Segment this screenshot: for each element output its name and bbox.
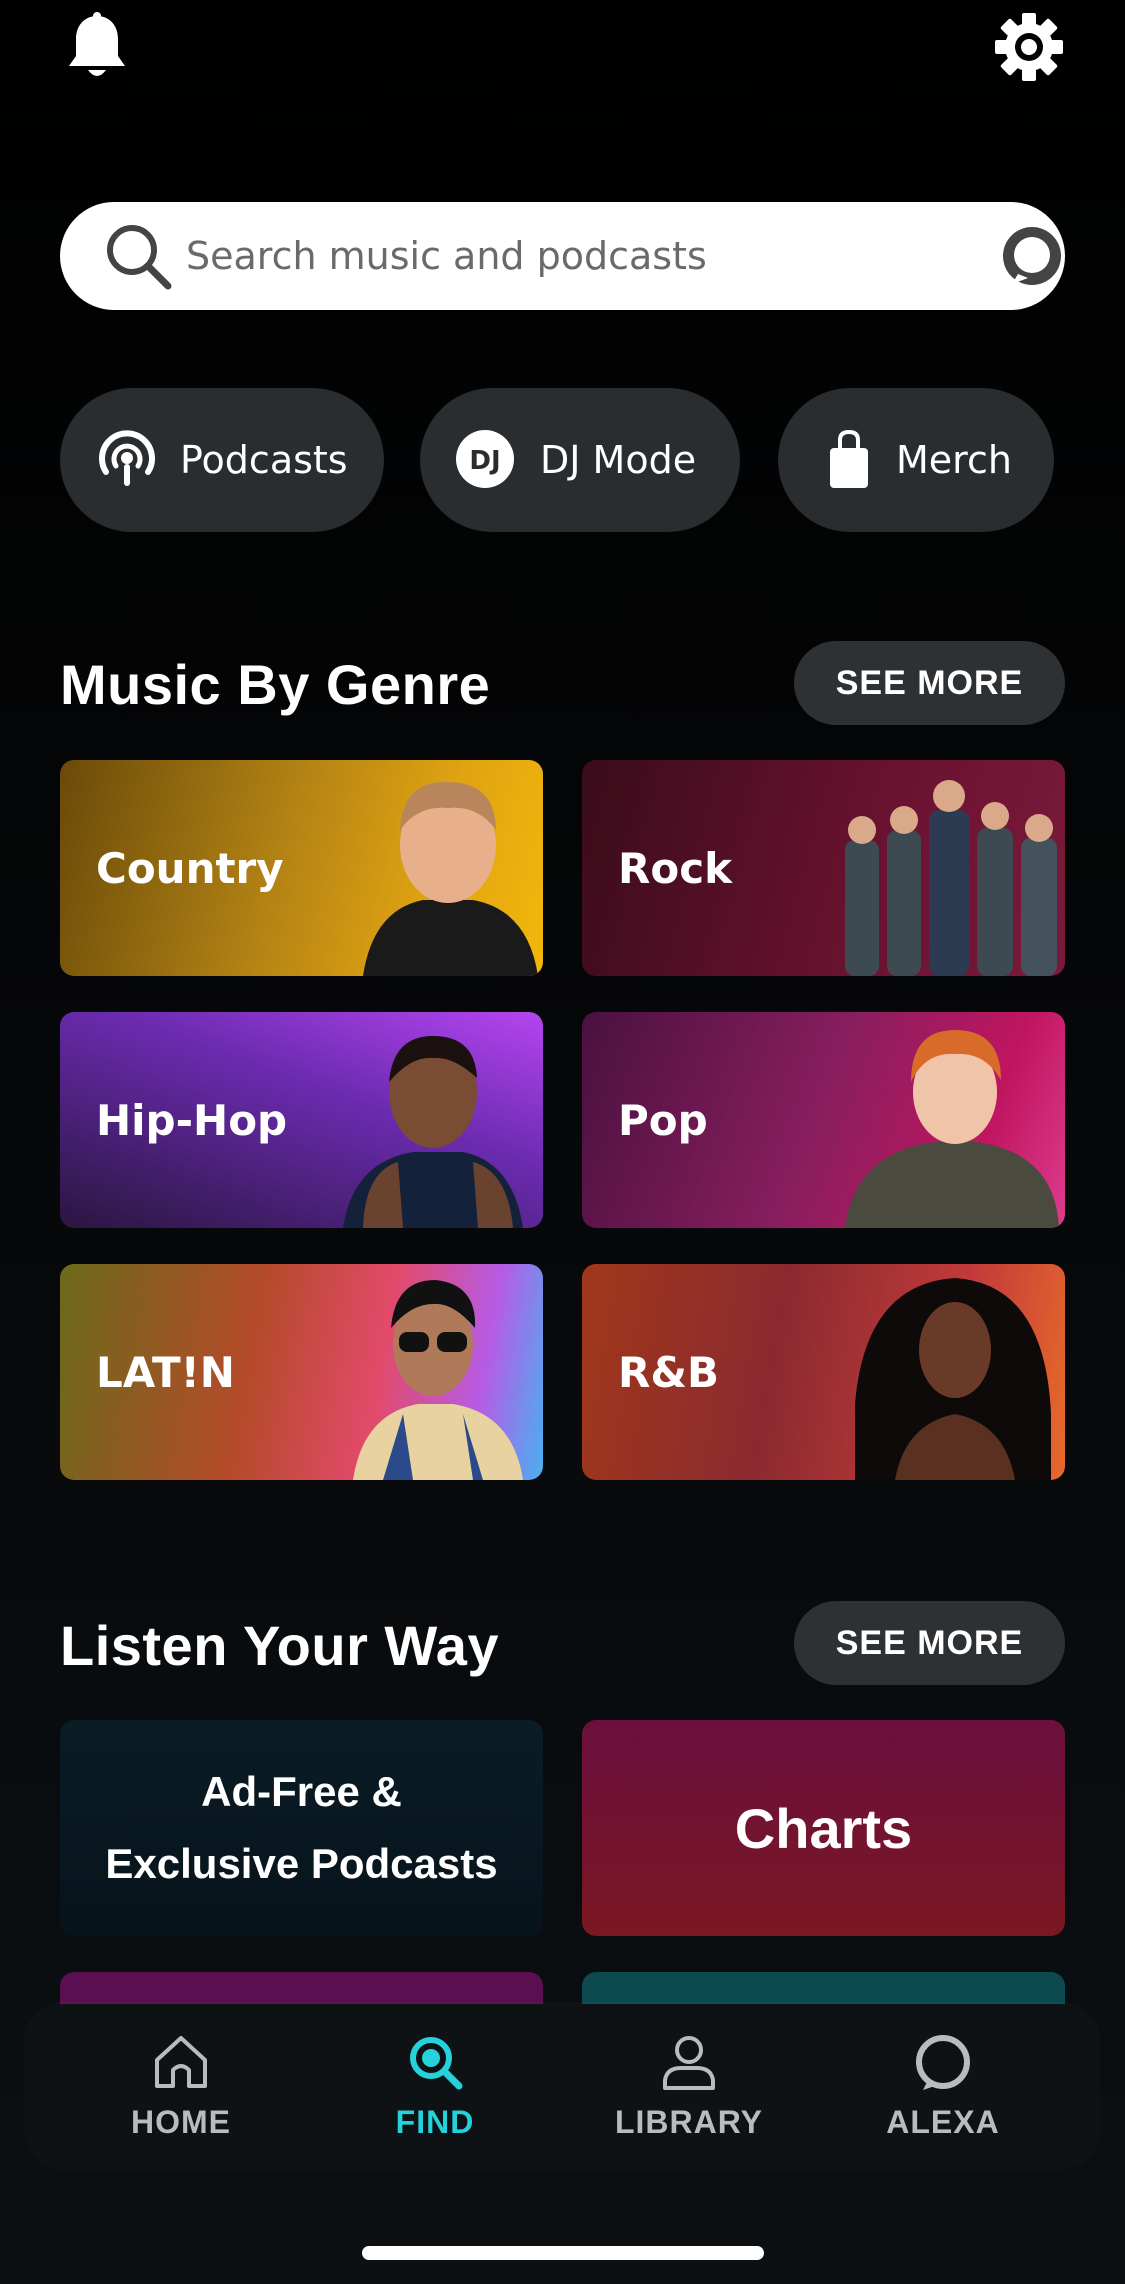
shopping-bag-icon [830, 429, 868, 488]
genre-tile-label: Rock [618, 844, 733, 893]
nav-find[interactable]: FIND [335, 2004, 535, 2170]
dj-icon-text: DJ [469, 446, 500, 476]
alexa-icon[interactable] [998, 222, 1066, 290]
charts-tile[interactable]: Charts [582, 1720, 1065, 1936]
genre-tile-label: R&B [618, 1348, 719, 1397]
merch-chip[interactable]: Merch [778, 388, 1054, 532]
nav-library[interactable]: LIBRARY [589, 2004, 789, 2170]
genre-tile-r-and-b[interactable]: R&B [582, 1264, 1065, 1480]
search-bar[interactable] [60, 202, 1065, 310]
bell-icon[interactable] [64, 12, 130, 82]
ad-free-podcasts-label: Ad-Free & Exclusive Podcasts [92, 1756, 512, 1900]
search-icon [410, 2037, 463, 2090]
podcasts-chip[interactable]: Podcasts [60, 388, 384, 532]
bottom-nav: HOME FIND LIBRARY ALEXA [24, 2004, 1100, 2170]
artist-photo [855, 1278, 1051, 1480]
artist-photo [353, 1280, 523, 1480]
ad-free-podcasts-tile[interactable]: Ad-Free & Exclusive Podcasts [60, 1720, 543, 1936]
gear-icon[interactable] [994, 12, 1064, 82]
podcast-icon [99, 430, 155, 486]
top-bar [0, 0, 1125, 110]
quick-links: Podcasts DJ DJ Mode Merch [60, 388, 1065, 532]
nav-home[interactable]: HOME [81, 2004, 281, 2170]
listen-see-more-button[interactable]: SEE MORE [794, 1601, 1065, 1685]
genre-tile-rock[interactable]: Rock [582, 760, 1065, 976]
nav-alexa[interactable]: ALEXA [843, 2004, 1043, 2170]
genre-tile-label: Pop [618, 1096, 708, 1145]
genre-section-title: Music By Genre [60, 653, 491, 716]
artist-photo [363, 781, 538, 976]
charts-label: Charts [734, 1796, 913, 1860]
dj-icon: DJ [456, 430, 514, 488]
merch-chip-label: Merch [896, 438, 1012, 482]
ad-free-podcasts-line-2: Exclusive Podcasts [105, 1840, 498, 1887]
nav-library-label: LIBRARY [614, 2104, 764, 2140]
dj-mode-chip-label: DJ Mode [540, 438, 697, 482]
search-input[interactable] [186, 224, 966, 288]
nav-find-label: FIND [395, 2104, 475, 2140]
genre-see-more-button[interactable]: SEE MORE [794, 641, 1065, 725]
genre-tile-country[interactable]: Country [60, 760, 543, 976]
dj-mode-chip[interactable]: DJ DJ Mode [420, 388, 740, 532]
artist-photo [845, 780, 1057, 976]
genre-tile-label: Country [96, 844, 284, 893]
alexa-icon [916, 2035, 970, 2090]
home-icon [155, 2036, 207, 2088]
ad-free-podcasts-line-1: Ad-Free & [201, 1768, 402, 1815]
listen-section-title: Listen Your Way [60, 1614, 499, 1677]
podcasts-chip-label: Podcasts [180, 438, 348, 482]
nav-home-label: HOME [131, 2104, 231, 2140]
genre-tile-hip-hop[interactable]: Hip-Hop [60, 1012, 543, 1228]
genre-tile-label: LAT!N [96, 1348, 235, 1397]
nav-alexa-label: ALEXA [886, 2104, 1000, 2140]
search-icon [107, 225, 172, 290]
artist-photo [845, 1030, 1059, 1228]
genre-tile-label: Hip-Hop [96, 1096, 288, 1145]
home-indicator[interactable] [362, 2246, 764, 2260]
genre-tile-pop[interactable]: Pop [582, 1012, 1065, 1228]
artist-photo [343, 1036, 523, 1228]
genre-tile-latin[interactable]: LAT!N [60, 1264, 543, 1480]
person-icon [663, 2036, 715, 2090]
